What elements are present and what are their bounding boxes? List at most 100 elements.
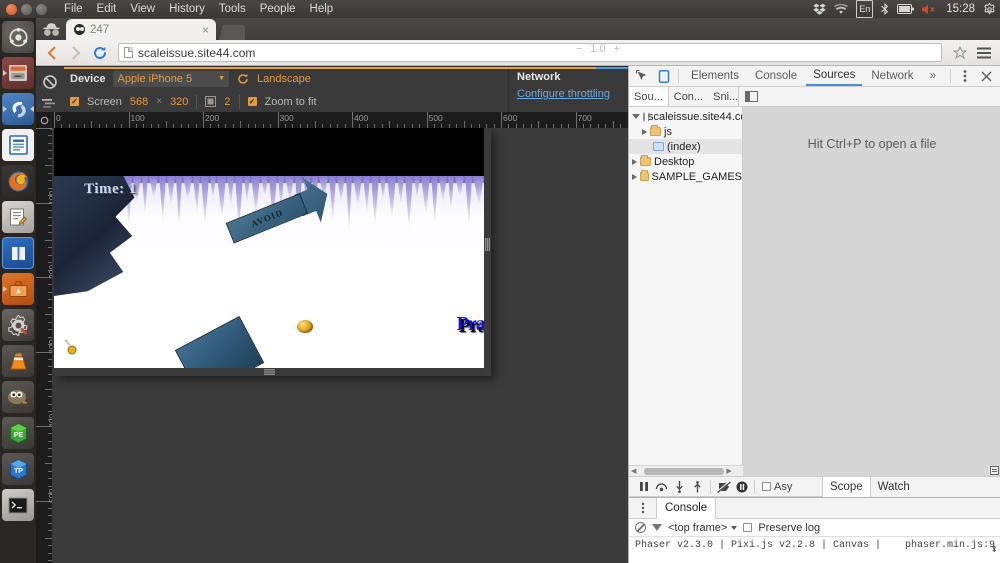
pause-on-exceptions-icon[interactable] — [733, 478, 750, 495]
drawer-tab-console[interactable]: Console — [656, 497, 717, 519]
omnibox[interactable]: scaleissue.site44.com — [118, 43, 942, 62]
orientation-label[interactable]: Landscape — [257, 73, 311, 85]
preserve-log-checkbox[interactable] — [743, 523, 753, 532]
launcher-system-settings[interactable] — [2, 309, 34, 341]
dropbox-icon[interactable] — [813, 0, 826, 18]
subtab-snippets[interactable]: Sni... — [708, 87, 743, 106]
tree-row-js-folder[interactable]: js — [629, 124, 742, 139]
page-info-icon[interactable] — [124, 47, 133, 58]
unity-launcher[interactable]: PE TP — [0, 18, 36, 563]
scroll-right-arrow[interactable]: ▶ — [724, 467, 733, 475]
tree-row-sample-games[interactable]: SAMPLE_GAMES — [629, 169, 742, 184]
tab-more-overflow[interactable]: » — [923, 67, 943, 85]
device-viewport[interactable]: Time: 1 AVOID Prac — [54, 128, 490, 376]
step-over-icon[interactable] — [653, 478, 670, 495]
tree-row-index[interactable]: (index) — [629, 139, 742, 154]
keyboard-layout-icon[interactable]: En — [856, 0, 874, 18]
tab-close-icon[interactable]: × — [199, 24, 212, 36]
network-throttle-icon[interactable] — [36, 93, 64, 113]
window-close-button[interactable] — [6, 3, 17, 15]
step-into-icon[interactable] — [671, 478, 688, 495]
menu-history[interactable]: History — [169, 3, 205, 15]
menu-tools[interactable]: Tools — [219, 3, 246, 15]
volume-muted-icon[interactable] — [922, 0, 938, 18]
wifi-icon[interactable] — [834, 0, 849, 18]
file-tree-horizontal-scrollbar[interactable]: ◀ ▶ — [629, 465, 743, 476]
tab-elements[interactable]: Elements — [684, 67, 746, 85]
launcher-pe-cube[interactable]: PE — [2, 417, 34, 449]
step-out-icon[interactable] — [689, 478, 706, 495]
launcher-libreoffice-writer[interactable] — [2, 129, 34, 161]
sources-file-tree[interactable]: scaleissue.site44.co js (index) Desktop — [629, 107, 743, 486]
battery-icon[interactable] — [897, 0, 915, 18]
vertical-dots-icon[interactable] — [956, 68, 975, 85]
screen-checkbox[interactable] — [70, 97, 79, 106]
subtab-content-scripts[interactable]: Con... — [669, 87, 708, 106]
launcher-browser-blue[interactable] — [2, 93, 34, 125]
subtab-sources[interactable]: Sou... — [629, 87, 669, 106]
zoom-to-fit-checkbox[interactable] — [247, 97, 257, 106]
tab-scope[interactable]: Scope — [822, 477, 871, 497]
toggle-navigator-icon[interactable] — [745, 91, 758, 102]
tab-console[interactable]: Console — [748, 67, 804, 85]
console-source-link[interactable]: phaser.min.js:9 — [905, 540, 995, 551]
async-checkbox[interactable] — [762, 482, 771, 491]
launcher-text-editor[interactable] — [2, 201, 34, 233]
system-gear-icon[interactable] — [983, 0, 996, 18]
browser-tab-active[interactable]: 247 × — [66, 19, 216, 40]
chevron-collapsed-icon[interactable] — [642, 128, 647, 135]
tab-watch[interactable]: Watch — [871, 477, 917, 497]
launcher-ubuntu-dash[interactable] — [2, 21, 34, 53]
chevron-collapsed-icon-desktop[interactable] — [632, 158, 637, 165]
game-canvas[interactable]: Time: 1 AVOID Prac — [54, 128, 484, 368]
menu-view[interactable]: View — [130, 3, 155, 15]
deactivate-breakpoints-icon[interactable] — [715, 478, 732, 495]
tree-row-desktop[interactable]: Desktop — [629, 154, 742, 169]
launcher-files-manager[interactable] — [2, 57, 34, 89]
device-toolbar-icon[interactable] — [654, 68, 673, 85]
configure-throttling-link[interactable]: Configure throttling — [517, 88, 610, 100]
chevron-expanded-icon[interactable] — [632, 114, 640, 119]
window-minimize-button[interactable] — [21, 3, 32, 15]
menu-people[interactable]: People — [260, 3, 296, 15]
tree-row-domain[interactable]: scaleissue.site44.co — [629, 109, 742, 124]
tab-sources[interactable]: Sources — [806, 66, 863, 86]
frame-selector[interactable]: <top frame> — [668, 522, 738, 534]
viewport-zoom-control[interactable]: − 1.0 + — [572, 40, 624, 58]
viewport-resize-handle-bottom[interactable] — [54, 368, 484, 376]
window-controls[interactable] — [0, 3, 54, 15]
sources-editor-pane[interactable]: Hit Ctrl+P to open a file — [743, 107, 1000, 486]
launcher-gimp[interactable] — [2, 381, 34, 413]
launcher-archive-manager[interactable] — [2, 273, 34, 305]
application-menubar[interactable]: File Edit View History Tools People Help — [64, 3, 333, 15]
rotate-icon[interactable] — [237, 73, 249, 85]
tab-network[interactable]: Network — [864, 67, 920, 85]
screen-height-input[interactable]: 320 — [170, 96, 188, 108]
bluetooth-icon[interactable] — [881, 0, 889, 18]
screen-width-input[interactable]: 568 — [130, 96, 148, 108]
zoom-plus-button[interactable]: + — [614, 43, 620, 55]
device-select[interactable]: Apple iPhone 5 ▼ — [113, 70, 230, 87]
system-tray[interactable]: En 15:28 — [813, 0, 996, 18]
scope-collapse-button[interactable] — [988, 465, 1000, 476]
dpr-value[interactable]: 2 — [224, 96, 230, 108]
zoom-minus-button[interactable]: − — [576, 43, 582, 55]
console-scroll-indicator[interactable]: ⬍ — [990, 544, 998, 555]
new-tab-button[interactable] — [219, 25, 245, 40]
inspect-element-icon[interactable] — [633, 68, 652, 85]
close-devtools-icon[interactable] — [977, 68, 996, 85]
menu-edit[interactable]: Edit — [97, 3, 117, 15]
forward-button[interactable] — [66, 43, 86, 63]
scroll-left-arrow[interactable]: ◀ — [629, 467, 638, 475]
hamburger-menu-icon[interactable] — [974, 43, 994, 63]
filter-icon[interactable] — [652, 524, 662, 531]
reload-button[interactable] — [90, 43, 110, 63]
launcher-terminal[interactable] — [2, 489, 34, 521]
pause-resume-icon[interactable] — [635, 478, 652, 495]
viewport-resize-handle-right[interactable] — [484, 233, 491, 255]
menu-help[interactable]: Help — [310, 3, 334, 15]
async-checkbox-group[interactable]: Asy — [762, 481, 792, 493]
disable-emulation-icon[interactable] — [36, 71, 64, 93]
chevron-collapsed-icon-games[interactable] — [632, 173, 637, 180]
window-maximize-button[interactable] — [36, 3, 47, 15]
